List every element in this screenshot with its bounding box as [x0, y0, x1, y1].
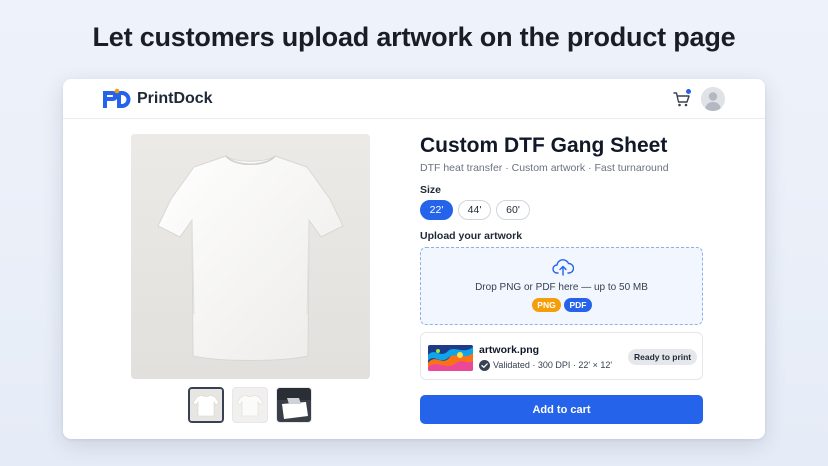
top-navigation-bar: PrintDock [63, 79, 765, 119]
brand-name[interactable]: PrintDock [137, 90, 213, 108]
artwork-dropzone[interactable]: Drop PNG or PDF here — up to 50 MB PNG P… [420, 247, 703, 325]
thumbnail-tshirt-flat[interactable] [232, 387, 268, 423]
size-option-44[interactable]: 44' [458, 200, 491, 220]
product-title: Custom DTF Gang Sheet [420, 134, 668, 157]
thumbnail-tshirt-front[interactable] [188, 387, 224, 423]
size-option-22[interactable]: 22' [420, 200, 453, 220]
file-name: artwork.png [479, 344, 540, 356]
file-validation-info: Validated · 300 DPI · 22' × 12' [493, 360, 613, 370]
upload-label: Upload your artwork [420, 230, 523, 242]
dropzone-instructions: Drop PNG or PDF here — up to 50 MB [475, 282, 648, 293]
white-tshirt-image[interactable] [131, 134, 370, 379]
product-subtitle: DTF heat transfer · Custom artwork · Fas… [420, 162, 669, 174]
uploaded-file-card[interactable]: artwork.png Validated · 300 DPI · 22' × … [420, 332, 703, 380]
upload-cloud-icon [552, 259, 574, 276]
format-chip-pdf: PDF [564, 298, 592, 312]
user-avatar-icon[interactable] [701, 87, 725, 111]
product-page-window: PrintDock Custom DTF Gang Sheet DTF heat… [63, 79, 765, 439]
artwork-thumbnail [428, 345, 473, 371]
thumbnail-tshirt-printer[interactable] [276, 387, 312, 423]
status-badge: Ready to print [628, 349, 698, 365]
printdock-logo-icon[interactable] [103, 88, 133, 110]
cart-notification-dot [685, 88, 692, 95]
page-headline: Let customers upload artwork on the prod… [92, 22, 736, 52]
check-circle-icon [479, 360, 490, 371]
add-to-cart-button[interactable]: Add to cart [420, 395, 703, 424]
size-label: Size [420, 184, 442, 196]
format-chip-png: PNG [532, 298, 561, 312]
size-option-60[interactable]: 60' [496, 200, 530, 220]
